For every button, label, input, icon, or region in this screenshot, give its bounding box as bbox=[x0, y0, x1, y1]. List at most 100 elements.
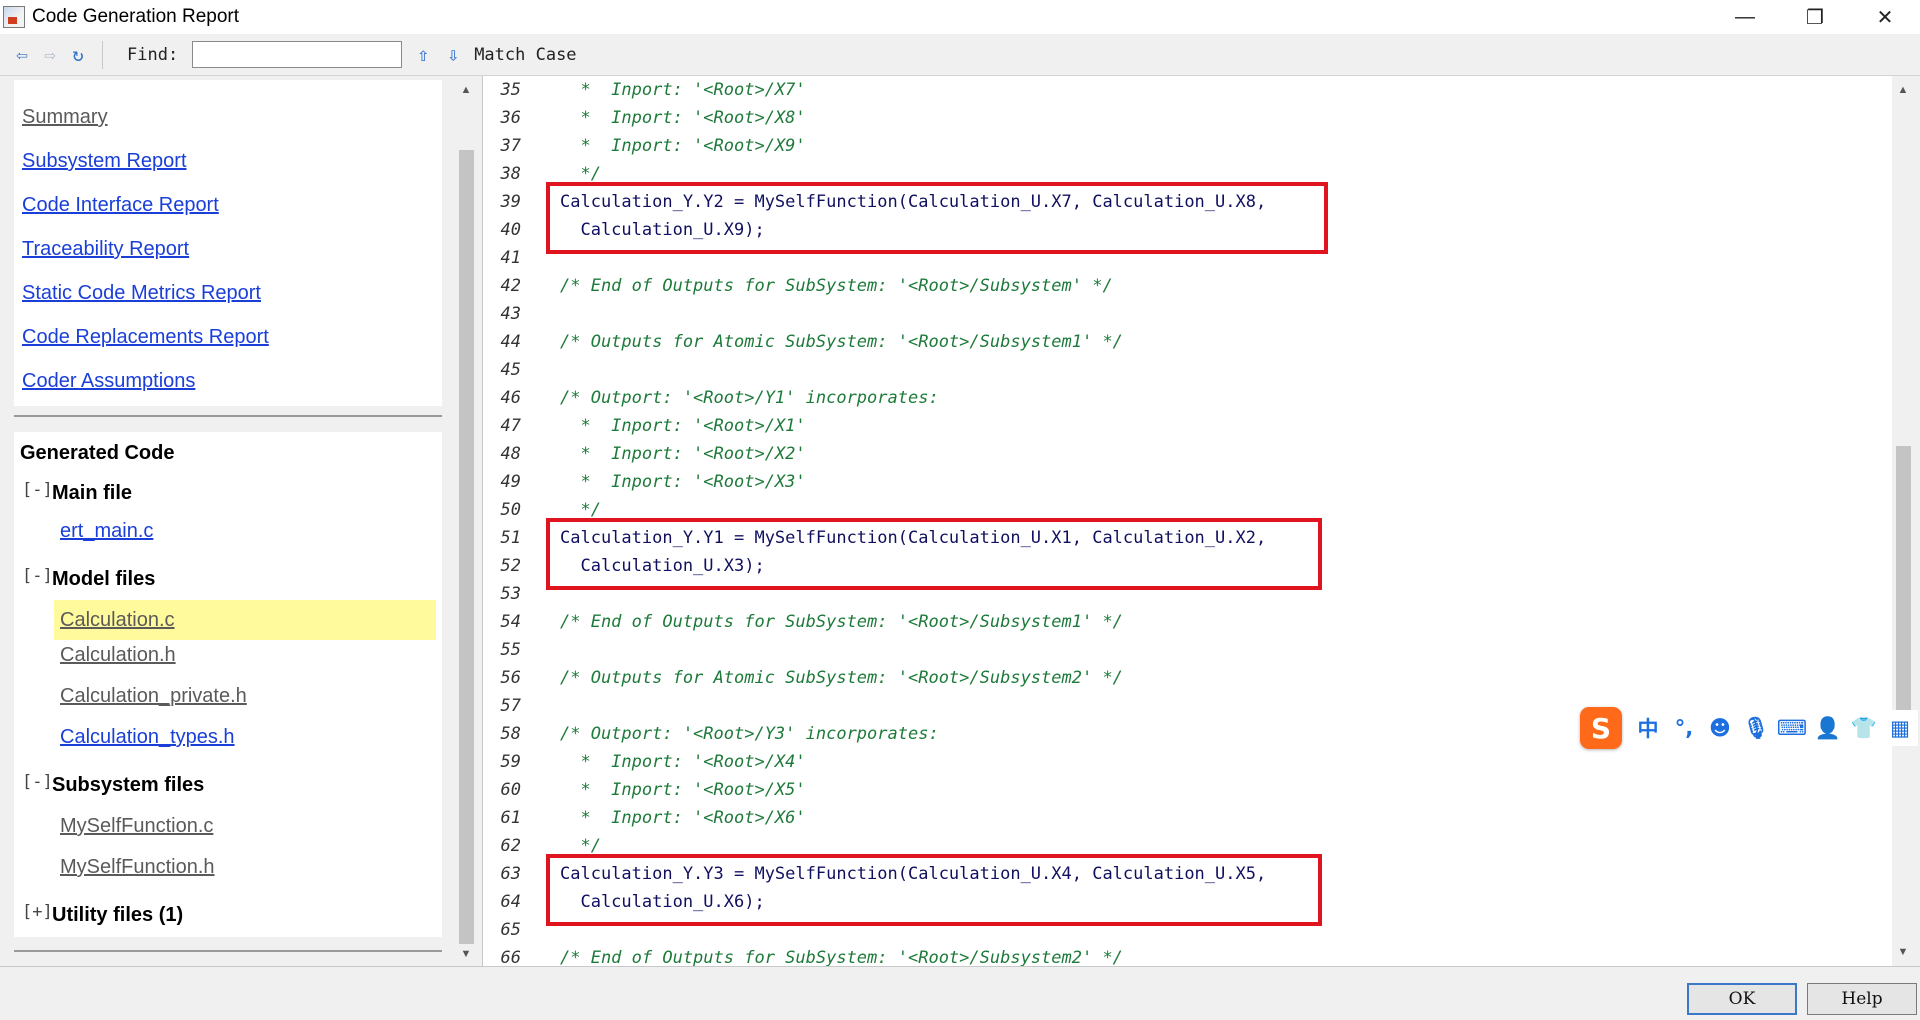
scroll-thumb[interactable] bbox=[459, 150, 474, 944]
line-number: 43 bbox=[500, 304, 521, 324]
code-text: * Inport: '<Root>/X7' bbox=[560, 80, 806, 100]
scroll-down-icon[interactable]: ▼ bbox=[455, 944, 477, 964]
file-link-myselffunction-h[interactable]: MySelfFunction.h bbox=[60, 856, 215, 879]
code-line: 44 /* Outputs for Atomic SubSystem: '<Roo… bbox=[483, 328, 1892, 356]
line-number: 59 bbox=[500, 752, 521, 772]
main-file-toggle[interactable]: [-] bbox=[22, 480, 53, 500]
user-icon[interactable]: 👤 bbox=[1810, 712, 1846, 744]
nav-link-summary[interactable]: Summary bbox=[22, 106, 108, 129]
code-line: 35 * Inport: '<Root>/X7' bbox=[483, 76, 1892, 104]
keyboard-icon[interactable]: ⌨ bbox=[1774, 712, 1810, 744]
emoji-icon[interactable]: ☻ bbox=[1702, 712, 1738, 744]
find-label: Find: bbox=[127, 44, 179, 65]
code-text: * Inport: '<Root>/X2' bbox=[560, 444, 806, 464]
skin-icon[interactable]: 👕 bbox=[1846, 712, 1882, 744]
line-number: 35 bbox=[500, 80, 521, 100]
ok-button[interactable]: OK bbox=[1687, 983, 1797, 1015]
code-text: /* Outport: '<Root>/Y1' incorporates: bbox=[560, 388, 939, 408]
sidebar-divider bbox=[14, 415, 442, 417]
line-number: 36 bbox=[500, 108, 521, 128]
code-line: 66 /* End of Outputs for SubSystem: '<Roo… bbox=[483, 944, 1892, 966]
scroll-up-icon[interactable]: ▲ bbox=[455, 80, 477, 100]
line-number: 65 bbox=[500, 920, 521, 940]
main-file-group: [-] Main file bbox=[22, 480, 133, 505]
code-line: 55 bbox=[483, 636, 1892, 664]
chinese-mode-icon[interactable]: 中 bbox=[1630, 712, 1666, 744]
line-number: 41 bbox=[500, 248, 521, 268]
line-number: 52 bbox=[500, 556, 521, 576]
nav-link-coder-assumptions[interactable]: Coder Assumptions bbox=[22, 370, 195, 393]
code-line: 48 * Inport: '<Root>/X2' bbox=[483, 440, 1892, 468]
line-number: 42 bbox=[500, 276, 521, 296]
nav-link-code-interface-report[interactable]: Code Interface Report bbox=[22, 194, 219, 217]
code-line: 49 * Inport: '<Root>/X3' bbox=[483, 468, 1892, 496]
code-text: /* Outport: '<Root>/Y3' incorporates: bbox=[560, 724, 939, 744]
refresh-icon[interactable]: ↻ bbox=[64, 41, 92, 69]
line-number: 37 bbox=[500, 136, 521, 156]
line-number: 53 bbox=[500, 584, 521, 604]
code-line: 54 /* End of Outputs for SubSystem: '<Roo… bbox=[483, 608, 1892, 636]
line-number: 48 bbox=[500, 444, 521, 464]
file-link-calculation-types-h[interactable]: Calculation_types.h bbox=[60, 726, 235, 749]
toolbar-divider bbox=[102, 40, 103, 69]
model-files-toggle[interactable]: [-] bbox=[22, 566, 53, 586]
window-title: Code Generation Report bbox=[32, 6, 240, 27]
line-number: 49 bbox=[500, 472, 521, 492]
line-number: 58 bbox=[500, 724, 521, 744]
find-next-icon[interactable]: ⇩ bbox=[438, 41, 468, 69]
file-link-calculation-c[interactable]: Calculation.c bbox=[54, 600, 436, 640]
subsystem-files-toggle[interactable]: [-] bbox=[22, 772, 53, 792]
code-line: 43 bbox=[483, 300, 1892, 328]
utility-files-toggle[interactable]: [+] bbox=[22, 902, 53, 922]
nav-link-code-replacements-report[interactable]: Code Replacements Report bbox=[22, 326, 269, 349]
subsystem-files-label: Subsystem files bbox=[52, 774, 205, 796]
sidebar-scrollbar[interactable]: ▲ ▼ bbox=[455, 80, 477, 966]
ime-logo-icon[interactable]: S bbox=[1580, 707, 1622, 749]
line-number: 39 bbox=[500, 192, 521, 212]
nav-link-traceability-report[interactable]: Traceability Report bbox=[22, 238, 189, 261]
code-scroll-up-icon[interactable]: ▲ bbox=[1892, 80, 1914, 100]
code-line: 47 * Inport: '<Root>/X1' bbox=[483, 412, 1892, 440]
highlight-box-y1 bbox=[546, 518, 1322, 590]
file-link-ert-main-c[interactable]: ert_main.c bbox=[60, 520, 153, 543]
code-text: * Inport: '<Root>/X6' bbox=[560, 808, 806, 828]
line-number: 44 bbox=[500, 332, 521, 352]
help-button[interactable]: Help bbox=[1807, 983, 1917, 1015]
minimize-button[interactable]: — bbox=[1710, 0, 1780, 34]
code-text: /* End of Outputs for SubSystem: '<Root>… bbox=[560, 276, 1113, 296]
code-scrollbar[interactable]: ▲ ▼ bbox=[1892, 80, 1914, 964]
highlight-box-y2 bbox=[546, 182, 1328, 254]
code-line: 61 * Inport: '<Root>/X6' bbox=[483, 804, 1892, 832]
line-number: 47 bbox=[500, 416, 521, 436]
dialog-footer: OK Help bbox=[0, 966, 1920, 1020]
line-number: 54 bbox=[500, 612, 521, 632]
main-file-label: Main file bbox=[52, 482, 133, 504]
back-icon[interactable]: ⇦ bbox=[8, 41, 36, 69]
maximize-button[interactable]: ❐ bbox=[1780, 0, 1850, 34]
code-viewer: 35 * Inport: '<Root>/X7' 36 * Inport: '<R… bbox=[482, 76, 1892, 966]
code-line: 60 * Inport: '<Root>/X5' bbox=[483, 776, 1892, 804]
report-nav: Summary Subsystem Report Code Interface … bbox=[14, 80, 442, 406]
title-bar: Code Generation Report — ❐ ✕ bbox=[0, 0, 1920, 34]
match-case-toggle[interactable]: Match Case bbox=[474, 45, 576, 65]
code-scroll-thumb[interactable] bbox=[1896, 446, 1911, 710]
code-scroll-down-icon[interactable]: ▼ bbox=[1892, 942, 1914, 962]
microphone-icon[interactable]: 🎙 bbox=[1738, 712, 1774, 744]
code-line: 56 /* Outputs for Atomic SubSystem: '<Roo… bbox=[483, 664, 1892, 692]
file-link-calculation-private-h[interactable]: Calculation_private.h bbox=[60, 685, 247, 708]
model-files-label: Model files bbox=[52, 568, 156, 590]
find-previous-icon[interactable]: ⇧ bbox=[408, 41, 438, 69]
close-button[interactable]: ✕ bbox=[1850, 0, 1920, 34]
forward-icon[interactable]: ⇨ bbox=[36, 41, 64, 69]
utility-files-group: [+] Utility files (1) bbox=[22, 902, 183, 927]
find-input[interactable] bbox=[192, 41, 403, 68]
punctuation-icon[interactable]: °, bbox=[1666, 712, 1702, 744]
code-text: /* Outputs for Atomic SubSystem: '<Root>… bbox=[560, 668, 1123, 688]
file-link-calculation-h[interactable]: Calculation.h bbox=[60, 644, 176, 667]
nav-link-subsystem-report[interactable]: Subsystem Report bbox=[22, 150, 187, 173]
file-link-myselffunction-c[interactable]: MySelfFunction.c bbox=[60, 815, 213, 838]
nav-link-static-code-metrics-report[interactable]: Static Code Metrics Report bbox=[22, 282, 261, 305]
line-number: 61 bbox=[500, 808, 521, 828]
ime-toolbar: S 中 °, ☻ 🎙 ⌨ 👤 👕 ▦ bbox=[1580, 706, 1920, 750]
apps-icon[interactable]: ▦ bbox=[1882, 712, 1918, 744]
